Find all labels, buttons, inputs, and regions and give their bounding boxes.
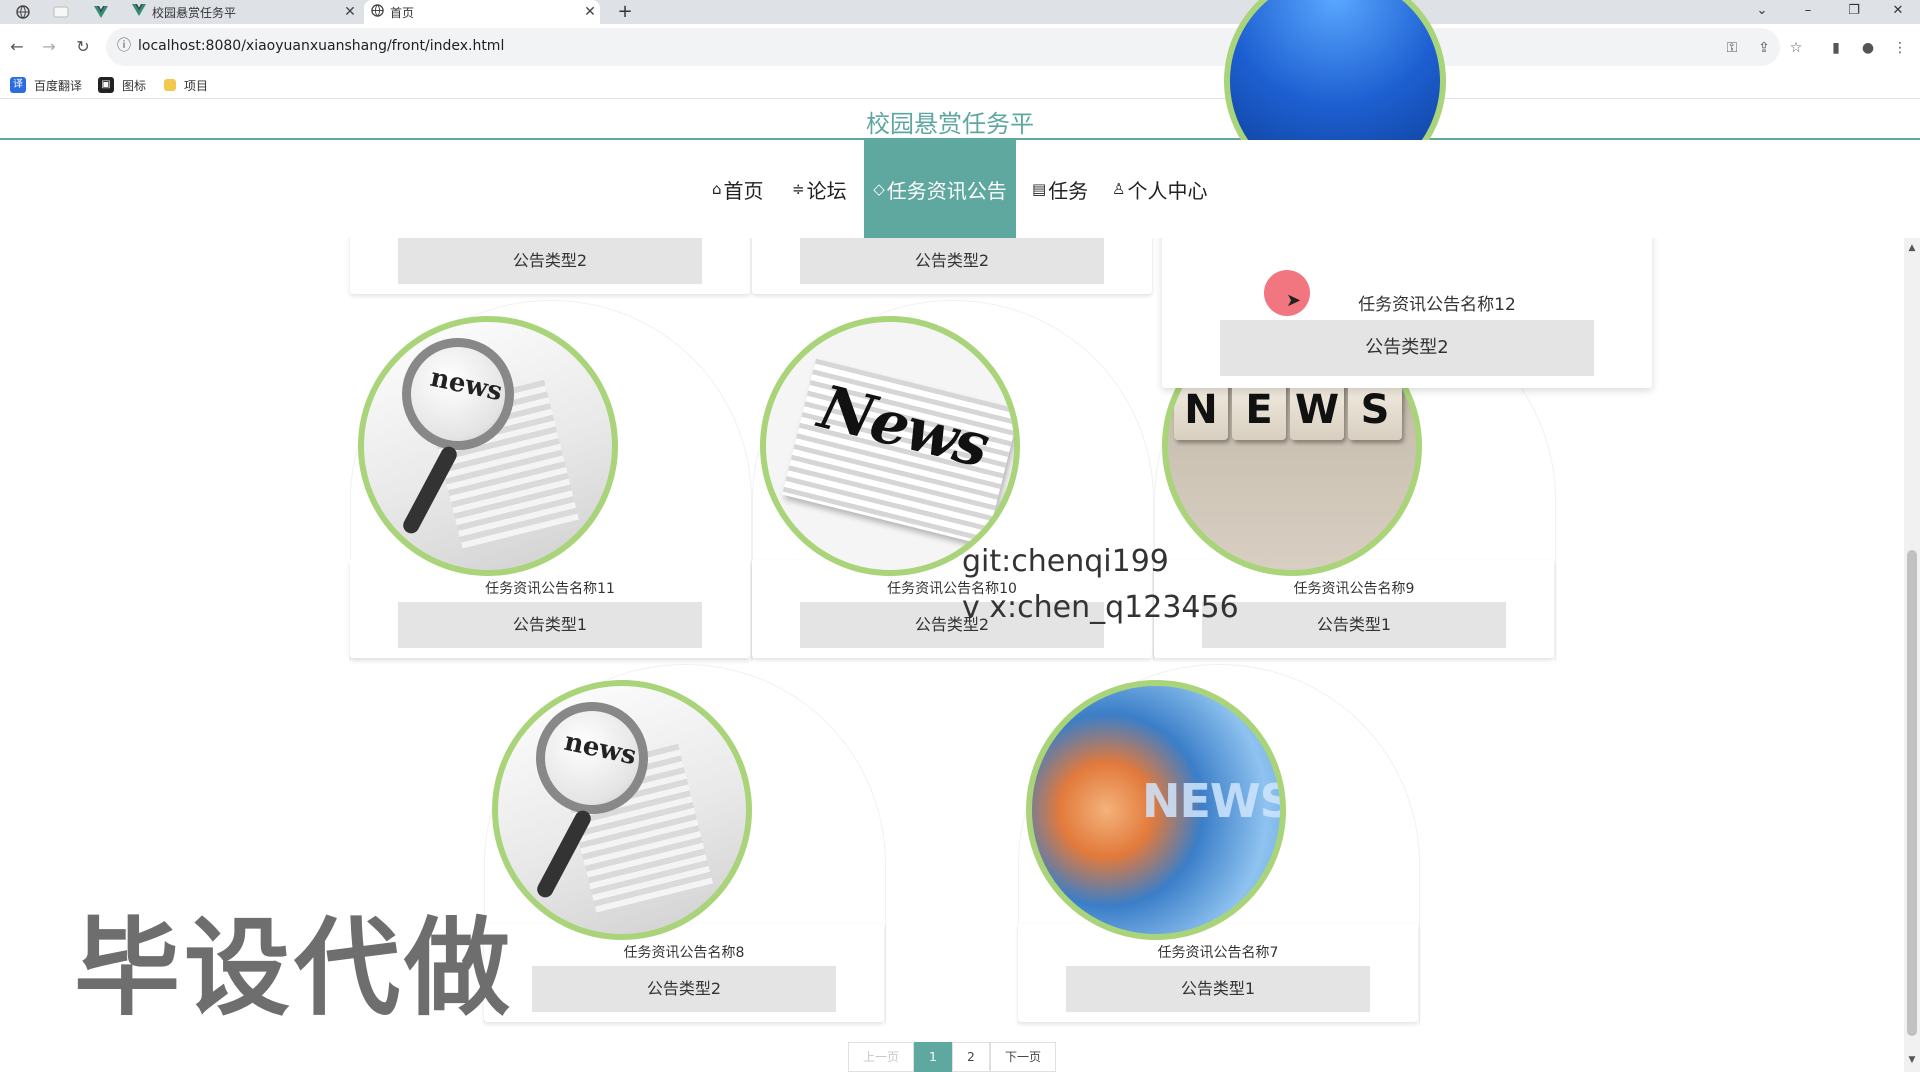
card-type-button[interactable]: 公告类型2 <box>398 238 702 284</box>
mouse-pointer-icon: ➤ <box>1286 290 1302 311</box>
tag-icon: ◇ <box>873 180 885 198</box>
nav-label: 任务资讯公告 <box>886 178 1007 203</box>
card-type-button[interactable]: 公告类型2 <box>800 238 1104 284</box>
watermark-big-text: 毕设代做 <box>74 907 514 1030</box>
news-magnifier-image[interactable]: news <box>492 680 752 940</box>
nav-tasks[interactable]: ▤ 任务 <box>1032 140 1088 238</box>
news-newspaper-image[interactable]: News <box>760 316 1020 576</box>
card-type-button[interactable]: 公告类型1 <box>1202 602 1506 648</box>
forum-icon: ≑ <box>792 180 805 198</box>
pagination-next-button[interactable]: 下一页 <box>990 1042 1056 1072</box>
watermark-git: git:chenqi199 <box>962 544 1169 579</box>
card-type-button[interactable]: 公告类型2 <box>532 966 836 1012</box>
nav-personal-center[interactable]: ♙ 个人中心 <box>1112 140 1207 238</box>
nav-forum[interactable]: ≑ 论坛 <box>792 140 847 238</box>
home-icon: ⌂ <box>712 180 722 198</box>
image-word: N <box>1174 380 1228 440</box>
card-title[interactable]: 任务资讯公告名称7 <box>1018 942 1418 962</box>
news-magnifier-image[interactable]: news <box>358 316 618 576</box>
nav-label: 任务 <box>1048 178 1089 203</box>
pagination-page-1[interactable]: 1 <box>914 1042 952 1072</box>
card-type-button[interactable]: 公告类型1 <box>398 602 702 648</box>
image-word: S <box>1348 380 1402 440</box>
card-title[interactable]: 任务资讯公告名称8 <box>484 942 884 962</box>
nav-announcements[interactable]: ◇ 任务资讯公告 <box>864 140 1016 238</box>
pagination-prev-button[interactable]: 上一页 <box>848 1042 914 1072</box>
nav-label: 首页 <box>723 178 764 203</box>
image-word: E <box>1232 380 1286 440</box>
card-title[interactable]: 任务资讯公告名称11 <box>350 578 750 598</box>
nav-label: 论坛 <box>806 178 847 203</box>
news-globe-image[interactable]: NEWS <box>1026 680 1286 940</box>
image-word: NEWS <box>1142 774 1286 828</box>
task-icon: ▤ <box>1032 180 1047 198</box>
pagination-page-2[interactable]: 2 <box>952 1042 990 1072</box>
card-type-button[interactable]: 公告类型1 <box>1066 966 1370 1012</box>
user-icon: ♙ <box>1112 180 1126 198</box>
nav-label: 个人中心 <box>1127 178 1208 203</box>
card-type-button[interactable]: 公告类型2 <box>1220 320 1594 376</box>
watermark-wechat: v x:chen_q123456 <box>962 590 1239 625</box>
nav-home[interactable]: ⌂ 首页 <box>712 140 764 238</box>
image-word: W <box>1290 380 1344 440</box>
card-title[interactable]: 任务资讯公告名称12 <box>1162 290 1652 315</box>
